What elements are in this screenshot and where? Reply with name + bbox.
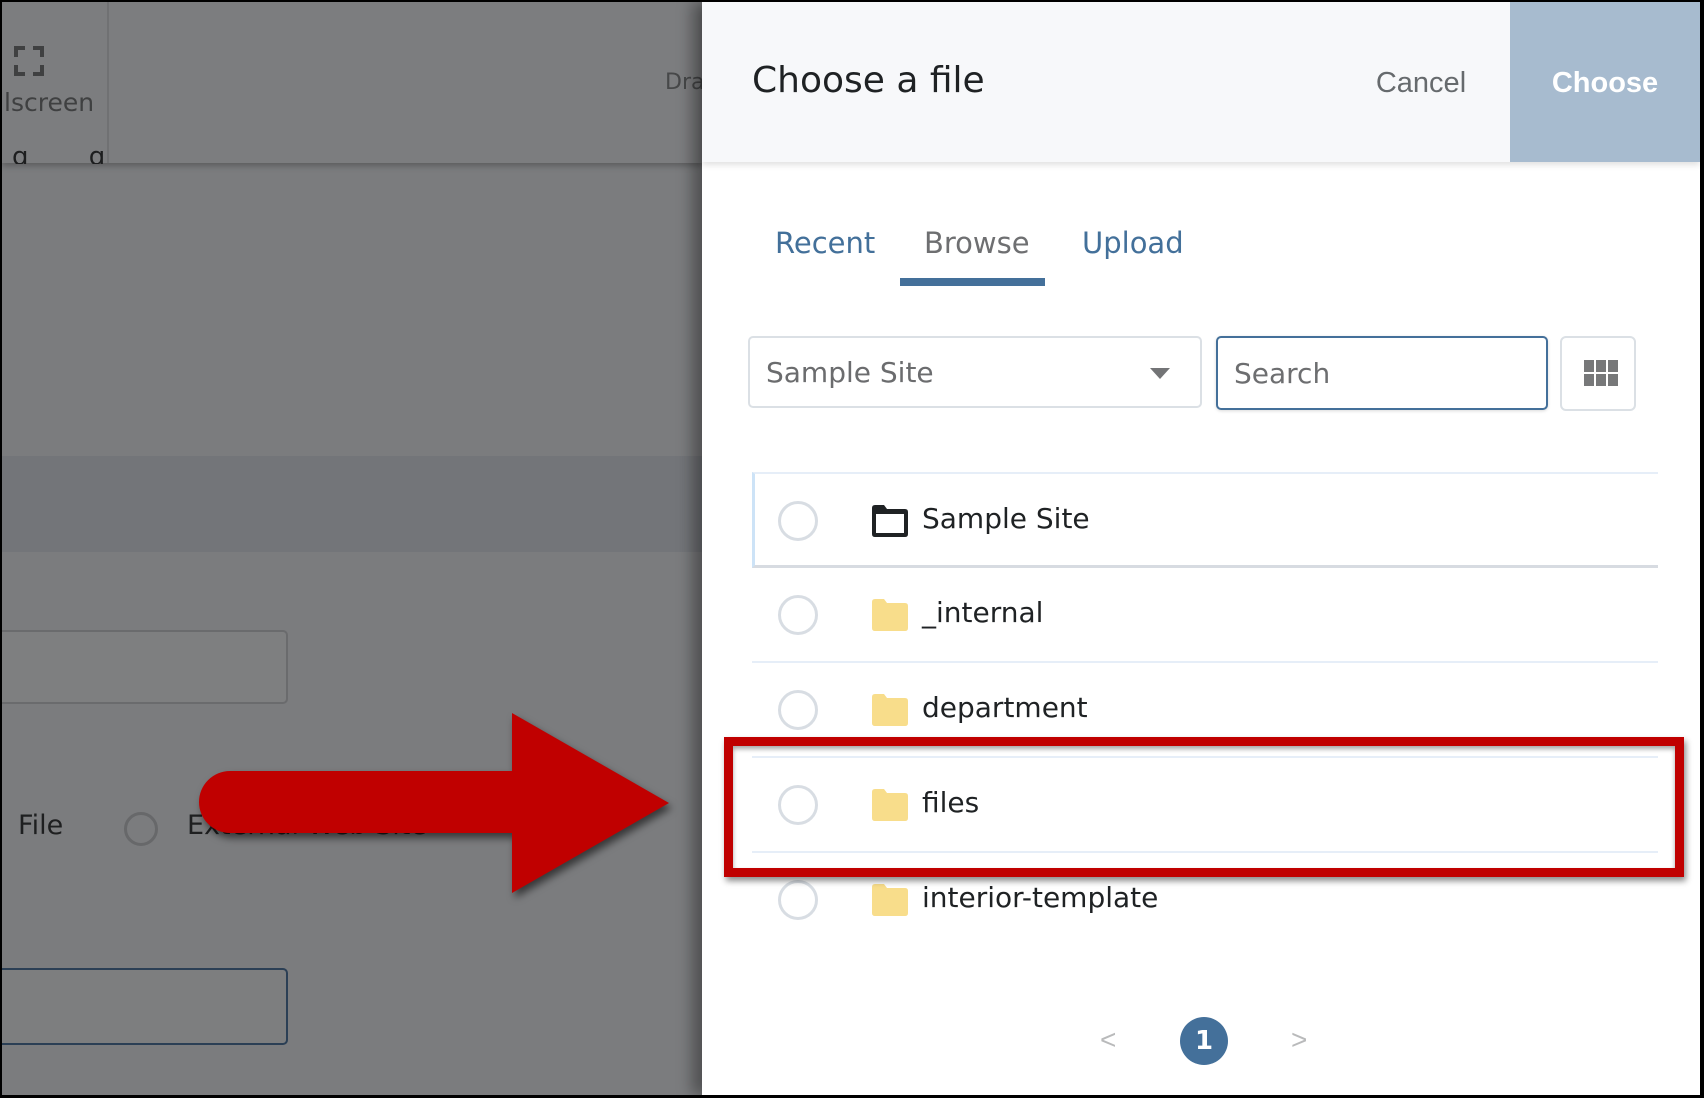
- list-item[interactable]: files: [752, 758, 1658, 853]
- grid-view-icon: [1584, 360, 1618, 388]
- screenshot-frame: lscreen Dra g g File External Web Site C…: [2, 2, 1700, 1095]
- background-toolbar: lscreen Dra: [2, 2, 705, 163]
- current-page-button[interactable]: 1: [1180, 1017, 1228, 1065]
- active-tab-indicator: [900, 278, 1045, 286]
- select-radio[interactable]: [778, 595, 818, 635]
- folder-icon: [872, 789, 908, 821]
- select-radio[interactable]: [778, 785, 818, 825]
- list-item[interactable]: _internal: [752, 568, 1658, 663]
- background-section-band: [2, 456, 702, 552]
- folder-outline-icon: [872, 505, 908, 537]
- fullscreen-icon: [14, 46, 44, 76]
- site-select-value: Sample Site: [766, 356, 934, 389]
- fullscreen-label: lscreen: [4, 88, 95, 117]
- choose-button[interactable]: Choose: [1510, 2, 1700, 162]
- link-type-file-label: File: [18, 810, 64, 841]
- select-radio[interactable]: [778, 501, 818, 541]
- item-label: interior-template: [922, 881, 1159, 914]
- folder-icon: [872, 694, 908, 726]
- item-label: department: [922, 691, 1088, 724]
- tab-browse[interactable]: Browse: [924, 226, 1030, 260]
- annotation-arrow: [199, 713, 669, 893]
- cancel-button[interactable]: Cancel: [1332, 2, 1510, 162]
- background-link-field[interactable]: [2, 968, 288, 1045]
- folder-icon: [872, 884, 908, 916]
- caret-down-icon: [1150, 368, 1170, 379]
- next-page-button[interactable]: >: [1291, 1024, 1307, 1056]
- grid-view-button[interactable]: [1560, 336, 1636, 411]
- item-label: Sample Site: [922, 502, 1090, 535]
- list-item[interactable]: interior-template: [752, 853, 1658, 946]
- item-label: files: [922, 786, 980, 819]
- fullscreen-button[interactable]: lscreen: [2, 2, 109, 163]
- pagination: < 1 >: [702, 1014, 1700, 1070]
- file-list: Sample Site _internal department files i…: [752, 472, 1658, 946]
- file-chooser-panel: Choose a file Cancel Choose Recent Brows…: [702, 2, 1700, 1095]
- background-text-field[interactable]: [2, 630, 288, 704]
- arrow-shape: [199, 713, 669, 893]
- list-item[interactable]: department: [752, 663, 1658, 758]
- folder-icon: [872, 599, 908, 631]
- background-partial-text: g g: [12, 142, 132, 164]
- panel-title: Choose a file: [752, 60, 985, 101]
- drag-label: Dra: [665, 70, 705, 95]
- search-input[interactable]: [1216, 336, 1548, 410]
- previous-page-button[interactable]: <: [1100, 1024, 1116, 1056]
- link-type-external-radio[interactable]: [124, 812, 158, 846]
- item-label: _internal: [922, 596, 1044, 629]
- list-item[interactable]: Sample Site: [752, 472, 1658, 568]
- tab-recent[interactable]: Recent: [775, 226, 875, 260]
- select-radio[interactable]: [778, 880, 818, 920]
- panel-header: Choose a file Cancel Choose: [702, 2, 1700, 162]
- tab-upload[interactable]: Upload: [1082, 226, 1184, 260]
- site-select[interactable]: Sample Site: [748, 336, 1202, 408]
- select-radio[interactable]: [778, 690, 818, 730]
- chooser-tabs: Recent Browse Upload: [702, 212, 1700, 292]
